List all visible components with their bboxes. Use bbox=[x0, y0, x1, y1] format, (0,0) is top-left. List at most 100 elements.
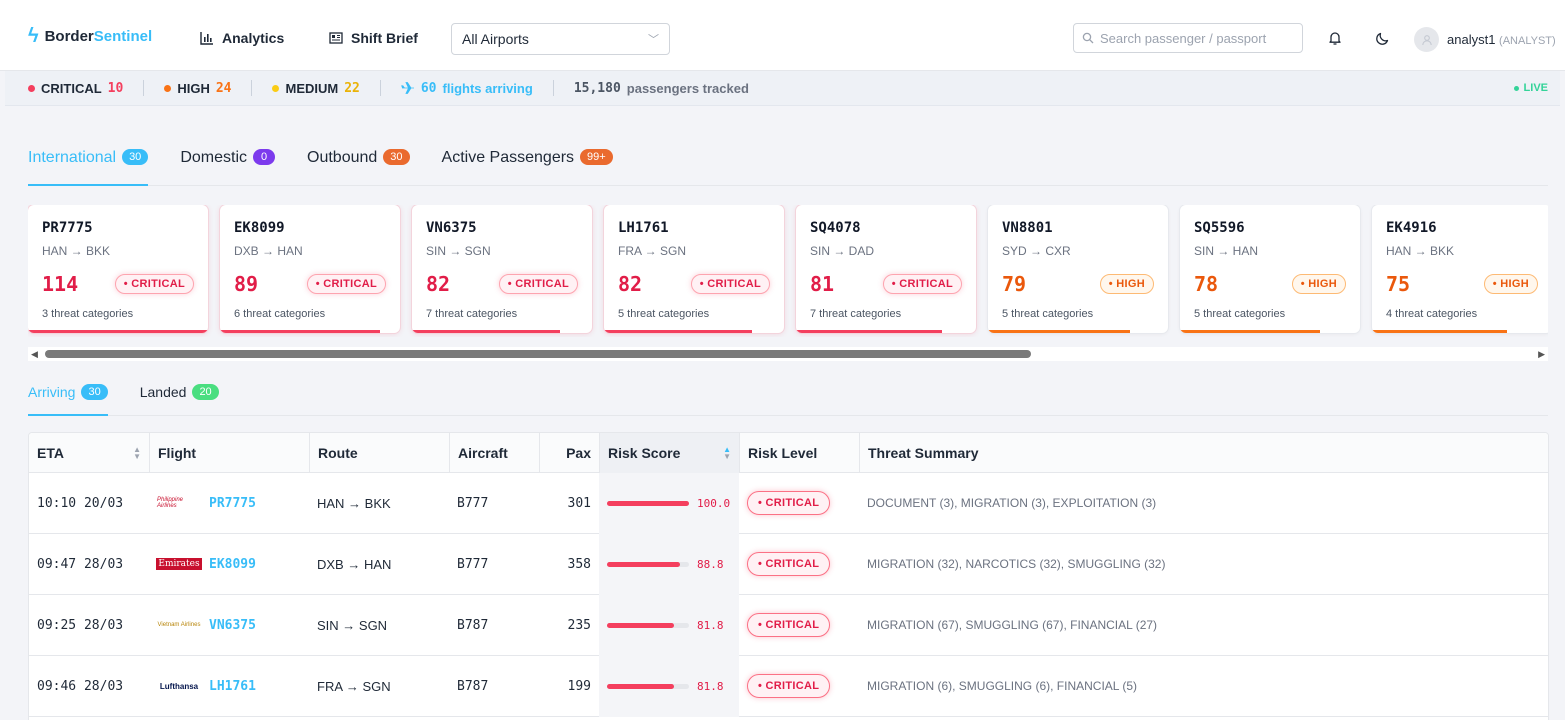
table-row[interactable]: 10:10 20/03 Philippine Airlines PR7775 HAN … bbox=[29, 472, 1548, 534]
risk-level-badge: • CRITICAL bbox=[498, 274, 578, 294]
table-row[interactable]: 09:25 28/03 Vietnam Airlines VN6375 SIN → S… bbox=[29, 594, 1548, 656]
card-flight: LH1761 bbox=[618, 220, 669, 236]
medium-label: MEDIUM bbox=[285, 80, 339, 96]
scrollbar-thumb[interactable] bbox=[45, 350, 1031, 358]
flight-risk-card[interactable]: PR7775 HAN → BKK 114 • CRITICAL 3 threat cat… bbox=[28, 205, 208, 333]
newspaper-icon bbox=[329, 32, 343, 44]
risk-level-badge: • CRITICAL bbox=[747, 552, 831, 576]
search-input[interactable] bbox=[1100, 30, 1290, 46]
card-risk-bar bbox=[1180, 330, 1321, 333]
flight-risk-card[interactable]: EK4916 HAN → BKK 75 • HIGH 4 threat categori… bbox=[1372, 205, 1548, 333]
cards-scrollbar[interactable]: ◀ ▶ bbox=[28, 347, 1548, 361]
tab-international[interactable]: International 30 bbox=[28, 140, 149, 186]
airline-logo: Emirates bbox=[156, 558, 202, 570]
cell-risk-level: • CRITICAL bbox=[739, 595, 859, 656]
risk-score-value: 81.8 bbox=[697, 679, 724, 693]
tab-label: International bbox=[28, 149, 117, 166]
divider bbox=[143, 80, 145, 96]
flight-risk-card[interactable]: VN6375 SIN → SGN 82 • CRITICAL 7 threat cate… bbox=[412, 205, 592, 333]
card-score: 114 bbox=[42, 272, 79, 296]
cell-pax: 199 bbox=[567, 678, 591, 694]
high-count: 24 bbox=[215, 80, 232, 96]
card-risk-bar bbox=[412, 330, 560, 333]
card-threat-categories: 7 threat categories bbox=[426, 308, 518, 320]
table-row[interactable]: 09:46 28/03 Lufthansa LH1761 FRA → SGN B787 1… bbox=[29, 655, 1548, 717]
scroll-right-icon[interactable]: ▶ bbox=[1538, 349, 1545, 360]
sort-icon: ▲ ▼ bbox=[133, 445, 141, 461]
airport-select[interactable]: All Airports ﹀ bbox=[451, 23, 670, 55]
divider bbox=[251, 80, 253, 96]
flight-risk-card[interactable]: VN8801 SYD → CXR 79 • HIGH 5 threat categori… bbox=[988, 205, 1168, 333]
header-eta[interactable]: ETA ▲ ▼ bbox=[29, 433, 149, 473]
scroll-left-icon[interactable]: ◀ bbox=[31, 349, 38, 360]
critical-stat: CRITICAL 10 bbox=[28, 81, 123, 96]
nav-shift-brief[interactable]: Shift Brief bbox=[329, 30, 418, 46]
table-body: 10:10 20/03 Philippine Airlines PR7775 HAN … bbox=[29, 472, 1548, 717]
brand-main: Border bbox=[44, 27, 94, 45]
live-label: LIVE bbox=[1523, 82, 1548, 94]
risk-level-badge: • CRITICAL bbox=[306, 274, 386, 294]
flight-link[interactable]: LH1761 bbox=[209, 679, 256, 694]
header-label: Risk Level bbox=[748, 445, 818, 461]
cell-flight: Lufthansa LH1761 bbox=[149, 656, 309, 717]
cell-route: DXB → HAN bbox=[317, 556, 392, 572]
tab-domestic[interactable]: Domestic 0 bbox=[180, 140, 275, 186]
card-score: 82 bbox=[618, 272, 643, 296]
cell-eta: 09:25 28/03 bbox=[37, 617, 124, 633]
risk-level-badge: • CRITICAL bbox=[114, 274, 194, 294]
user-menu[interactable]: analyst1 (ANALYST) bbox=[1414, 27, 1556, 52]
count-badge: 30 bbox=[122, 149, 149, 165]
tab-landed[interactable]: Landed 20 bbox=[140, 378, 219, 416]
risk-score-value: 88.8 bbox=[697, 557, 724, 571]
tab-active-passengers[interactable]: Active Passengers 99+ bbox=[442, 140, 613, 186]
flight-link[interactable]: VN6375 bbox=[209, 618, 256, 633]
moon-icon[interactable] bbox=[1375, 30, 1391, 46]
bar-chart-icon bbox=[200, 32, 213, 45]
risk-level-badge: • HIGH bbox=[1483, 274, 1538, 294]
airline-logo: Vietnam Airlines bbox=[157, 622, 201, 628]
card-route: DXB → HAN bbox=[234, 244, 303, 258]
header-risk-score[interactable]: Risk Score ▲ ▼ bbox=[599, 433, 739, 473]
cell-pax: 235 bbox=[567, 617, 591, 633]
tab-outbound[interactable]: Outbound 30 bbox=[307, 140, 410, 186]
flight-link[interactable]: EK8099 bbox=[209, 557, 256, 572]
risk-level-badge: • HIGH bbox=[1099, 274, 1154, 294]
flight-risk-card[interactable]: SQ5596 SIN → HAN 78 • HIGH 5 threat categori… bbox=[1180, 205, 1360, 333]
cell-flight: Emirates EK8099 bbox=[149, 534, 309, 595]
card-threat-categories: 5 threat categories bbox=[1194, 308, 1286, 320]
medium-stat: MEDIUM 22 bbox=[272, 80, 360, 96]
header-label: Pax bbox=[566, 445, 591, 461]
cell-eta: 09:46 28/03 bbox=[37, 678, 124, 694]
critical-label: CRITICAL bbox=[41, 80, 102, 96]
brand-accent: Sentinel bbox=[93, 27, 153, 45]
tab-label: Landed bbox=[139, 384, 187, 400]
top-risk-cards: PR7775 HAN → BKK 114 • CRITICAL 3 threat cat… bbox=[28, 205, 1548, 337]
tab-label: Domestic bbox=[180, 149, 247, 166]
risk-score-bar bbox=[607, 500, 689, 506]
user-icon bbox=[1421, 34, 1432, 45]
cell-risk-score: 100.0 bbox=[599, 472, 739, 534]
card-flight: EK4916 bbox=[1386, 220, 1437, 236]
tab-arriving[interactable]: Arriving 30 bbox=[28, 378, 108, 416]
flight-risk-card[interactable]: LH1761 FRA → SGN 82 • CRITICAL 5 threat cate… bbox=[604, 205, 784, 333]
app-logo[interactable]: ϟ BorderSentinel bbox=[28, 26, 152, 46]
cell-aircraft: B787 bbox=[457, 678, 489, 694]
bell-icon[interactable] bbox=[1327, 30, 1343, 46]
nav-analytics[interactable]: Analytics bbox=[200, 30, 284, 46]
flight-link[interactable]: PR7775 bbox=[209, 496, 256, 511]
cell-risk-level: • CRITICAL bbox=[739, 473, 859, 534]
card-score: 89 bbox=[234, 272, 259, 296]
passengers-stat: 15,180 passengers tracked bbox=[574, 81, 749, 96]
table-row[interactable]: 09:47 28/03 Emirates EK8099 DXB → HAN B777 35… bbox=[29, 533, 1548, 595]
status-bar: CRITICAL 10 HIGH 24 MEDIUM 22 60 flights… bbox=[5, 71, 1560, 106]
flight-risk-card[interactable]: SQ4078 SIN → DAD 81 • CRITICAL 7 threat cate… bbox=[796, 205, 976, 333]
card-route: SIN → HAN bbox=[1194, 244, 1259, 258]
plane-icon bbox=[400, 82, 414, 94]
card-threat-categories: 4 threat categories bbox=[1386, 308, 1478, 320]
search-icon bbox=[1082, 32, 1094, 44]
flight-risk-card[interactable]: EK8099 DXB → HAN 89 • CRITICAL 6 threat cate… bbox=[220, 205, 400, 333]
tab-label: Active Passengers bbox=[441, 149, 575, 166]
header-label: Flight bbox=[158, 445, 197, 461]
cell-eta: 09:47 28/03 bbox=[37, 556, 124, 572]
risk-level-badge: • CRITICAL bbox=[747, 674, 831, 698]
